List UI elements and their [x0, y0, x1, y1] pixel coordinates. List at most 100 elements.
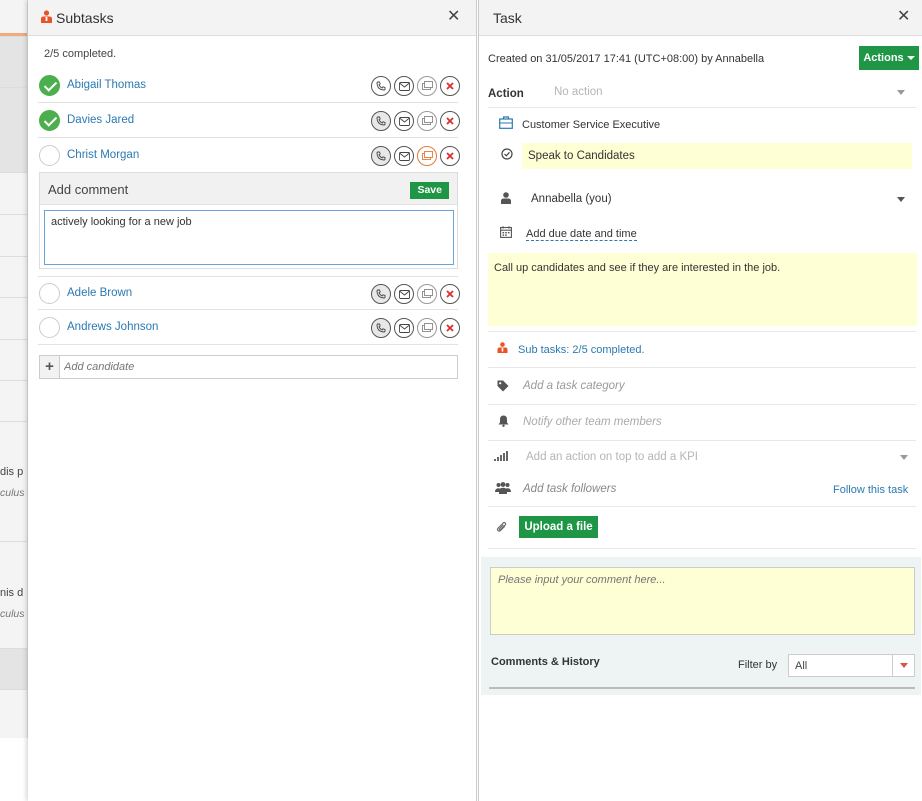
email-icon[interactable] [394, 111, 414, 131]
subtasks-panel: Subtasks ✕ 2/5 completed. Abigail Thomas… [28, 0, 477, 801]
close-task-icon[interactable]: ✕ [897, 9, 910, 25]
role-text: Customer Service Executive [522, 119, 661, 131]
add-candidate-input[interactable] [64, 359, 444, 375]
chevron-down-icon[interactable] [897, 197, 905, 202]
action-select[interactable]: No action [554, 86, 603, 98]
description-field[interactable]: Call up candidates and see if they are i… [488, 253, 917, 326]
email-icon[interactable] [394, 76, 414, 96]
user-icon [501, 192, 511, 204]
subtasks-people-icon [497, 342, 508, 354]
filter-label: Filter by [738, 659, 778, 671]
followers-input[interactable]: Add task followers [523, 483, 616, 495]
created-info: Created on 31/05/2017 17:41 (UTC+08:00) … [488, 53, 765, 65]
remove-icon[interactable] [440, 318, 460, 338]
new-comment-input[interactable] [490, 567, 915, 635]
background-text: culus [0, 608, 25, 620]
subtasks-completed-count: 2/5 completed. [44, 48, 117, 60]
due-date-link[interactable]: Add due date and time [526, 228, 637, 241]
subtask-checkbox[interactable] [39, 145, 60, 166]
filter-select[interactable]: All [788, 654, 915, 677]
comment-icon[interactable] [417, 284, 437, 304]
paperclip-icon [496, 521, 508, 534]
subtask-checkbox[interactable] [39, 110, 60, 131]
kpi-select[interactable]: Add an action on top to add a KPI [526, 451, 698, 463]
subtask-actions [371, 284, 460, 304]
bell-icon [498, 415, 509, 427]
email-icon[interactable] [394, 318, 414, 338]
subtasks-title: Subtasks [56, 10, 114, 26]
close-subtasks-icon[interactable]: ✕ [447, 9, 460, 25]
background-page: dis p culus nis d culus [0, 0, 28, 738]
phone-icon[interactable] [371, 146, 391, 166]
subtask-comment-input[interactable] [44, 210, 454, 265]
add-candidate-field: + [39, 355, 458, 379]
task-name-field[interactable]: Speak to Candidates [522, 143, 912, 169]
subtask-checkbox[interactable] [39, 283, 60, 304]
subtask-name-link[interactable]: Andrews Johnson [67, 321, 158, 333]
background-text: culus [0, 487, 25, 499]
remove-icon[interactable] [440, 111, 460, 131]
remove-icon[interactable] [440, 76, 460, 96]
task-name-text: Speak to Candidates [528, 150, 635, 162]
comment-icon[interactable] [417, 111, 437, 131]
remove-icon[interactable] [440, 146, 460, 166]
subtasks-link[interactable]: Sub tasks: 2/5 completed. [518, 344, 645, 356]
remove-icon[interactable] [440, 284, 460, 304]
follow-task-link[interactable]: Follow this task [833, 484, 908, 496]
subtask-checkbox[interactable] [39, 75, 60, 96]
action-row[interactable]: Action No action [488, 78, 916, 108]
divider [489, 687, 915, 689]
subtasks-people-icon [40, 10, 53, 27]
phone-icon[interactable] [371, 318, 391, 338]
chevron-down-icon[interactable] [900, 455, 908, 460]
description-text: Call up candidates and see if they are i… [494, 262, 781, 274]
due-date-row: Add due date and time [488, 216, 916, 252]
subtasks-header: Subtasks ✕ [28, 0, 476, 36]
actions-dropdown-button[interactable]: Actions [859, 46, 919, 70]
chevron-down-icon[interactable] [897, 90, 905, 95]
phone-icon[interactable] [371, 76, 391, 96]
followers-row: Add task followers Follow this task [488, 473, 916, 507]
filter-value: All [795, 660, 808, 672]
comment-icon[interactable] [417, 318, 437, 338]
calendar-icon [500, 226, 512, 238]
subtasks-link-row: Sub tasks: 2/5 completed. [488, 332, 916, 368]
task-panel: Task ✕ Created on 31/05/2017 17:41 (UTC+… [478, 0, 922, 801]
comments-section: Comments & History Filter by All [481, 557, 921, 695]
subtask-actions [371, 111, 460, 131]
category-input[interactable]: Add a task category [523, 380, 625, 392]
briefcase-icon [499, 116, 513, 129]
action-label: Action [488, 88, 524, 100]
notify-row[interactable]: Notify other team members [488, 405, 916, 441]
subtask-row: Christ Morgan [38, 139, 460, 173]
category-row[interactable]: Add a task category [488, 368, 916, 405]
background-text: nis d [0, 587, 24, 599]
phone-icon[interactable] [371, 111, 391, 131]
check-circle-icon [501, 148, 513, 160]
assignee-row[interactable]: Annabella (you) [488, 182, 916, 216]
comments-history-title: Comments & History [491, 656, 600, 668]
subtask-row: Davies Jared [38, 104, 460, 138]
comment-icon[interactable] [417, 146, 437, 166]
email-icon[interactable] [394, 284, 414, 304]
email-icon[interactable] [394, 146, 414, 166]
assignee-select[interactable]: Annabella (you) [531, 193, 612, 205]
notify-input[interactable]: Notify other team members [523, 416, 662, 428]
signal-bars-icon [494, 451, 508, 461]
subtask-actions [371, 76, 460, 96]
phone-icon[interactable] [371, 284, 391, 304]
subtask-name-link[interactable]: Davies Jared [67, 114, 134, 126]
upload-file-button[interactable]: Upload a file [519, 516, 598, 538]
comment-icon[interactable] [417, 76, 437, 96]
subtask-name-link[interactable]: Christ Morgan [67, 149, 139, 161]
users-group-icon [495, 482, 511, 494]
save-comment-button[interactable]: Save [410, 182, 449, 199]
subtask-checkbox[interactable] [39, 317, 60, 338]
background-text: dis p [0, 466, 24, 478]
subtask-row: Adele Brown [38, 276, 460, 310]
subtask-name-link[interactable]: Adele Brown [67, 287, 132, 299]
chevron-down-icon[interactable] [892, 655, 914, 676]
subtask-name-link[interactable]: Abigail Thomas [67, 79, 146, 91]
kpi-row[interactable]: Add an action on top to add a KPI [488, 441, 916, 473]
add-candidate-plus-icon[interactable]: + [40, 356, 60, 378]
